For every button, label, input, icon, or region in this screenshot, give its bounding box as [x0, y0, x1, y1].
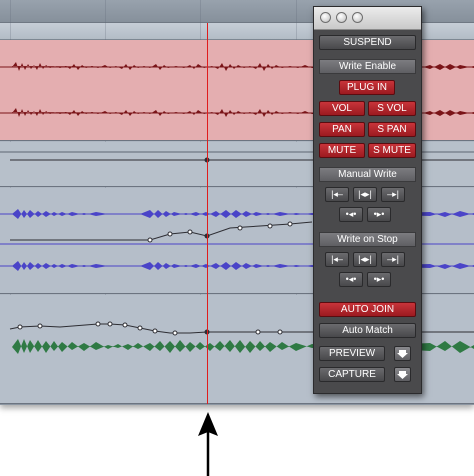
write-to-end-icon[interactable]: –▸| [381, 187, 405, 202]
close-button[interactable] [320, 12, 331, 23]
stop-to-all-icon[interactable]: |◂▸| [353, 252, 377, 267]
write-to-all-icon[interactable]: |◂▸| [353, 187, 377, 202]
preview-button[interactable]: PREVIEW [319, 346, 385, 361]
automation-window: SUSPEND Write Enable PLUG IN VOL S VOL P… [313, 6, 422, 394]
stop-punch-back-icon[interactable]: •◂• [339, 272, 363, 287]
plugin-write-button[interactable]: PLUG IN [339, 80, 395, 95]
stop-punch-forward-icon[interactable]: •▸• [367, 272, 391, 287]
send-vol-write-button[interactable]: S VOL [368, 101, 416, 116]
window-titlebar[interactable] [314, 7, 421, 30]
up-arrow-icon [198, 412, 218, 476]
stop-to-end-icon[interactable]: –▸| [381, 252, 405, 267]
auto-match-button[interactable]: Auto Match [319, 323, 416, 338]
write-punch-back-icon[interactable]: •◂• [339, 207, 363, 222]
write-enable-heading: Write Enable [319, 59, 416, 74]
write-on-stop-heading: Write on Stop [319, 232, 416, 247]
mute-write-button[interactable]: MUTE [319, 143, 365, 158]
manual-write-heading: Manual Write [319, 167, 416, 182]
suspend-button[interactable]: SUSPEND [319, 35, 416, 50]
send-pan-write-button[interactable]: S PAN [368, 122, 416, 137]
pan-write-button[interactable]: PAN [319, 122, 365, 137]
zoom-button[interactable] [352, 12, 363, 23]
vol-write-button[interactable]: VOL [319, 101, 365, 116]
down-arrow-icon[interactable] [394, 367, 411, 382]
send-mute-write-button[interactable]: S MUTE [368, 143, 416, 158]
write-punch-forward-icon[interactable]: •▸• [367, 207, 391, 222]
write-to-start-icon[interactable]: |◂– [325, 187, 349, 202]
minimize-button[interactable] [336, 12, 347, 23]
stop-to-start-icon[interactable]: |◂– [325, 252, 349, 267]
auto-join-button[interactable]: AUTO JOIN [319, 302, 416, 317]
capture-button[interactable]: CAPTURE [319, 367, 385, 382]
playhead-cursor[interactable] [207, 23, 208, 404]
down-arrow-icon[interactable] [394, 346, 411, 361]
